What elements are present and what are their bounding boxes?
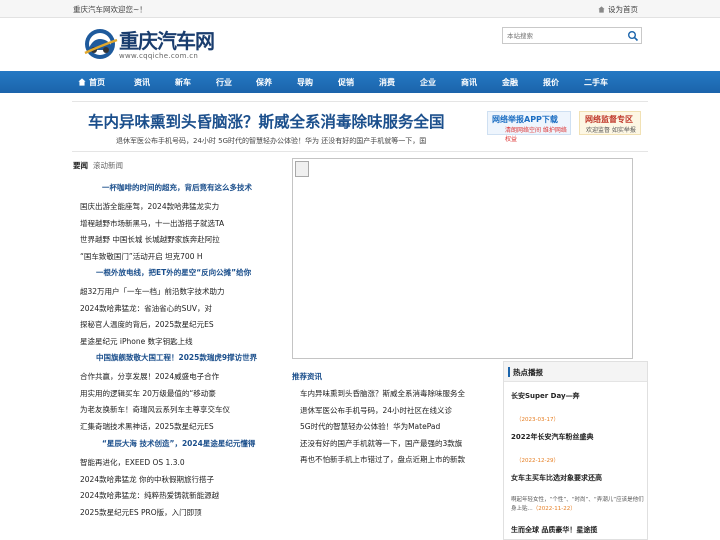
hot-news-header: 热点播报 <box>504 362 647 382</box>
hot-news-summary: 啊起年轻女性，“个性”、“时尚”、“弄潮儿”应该是他们身上贴...（2022-1… <box>511 496 647 514</box>
nav-item-label: 首页 <box>89 78 105 87</box>
home-icon <box>78 78 86 86</box>
nav-item[interactable]: 新车 <box>175 77 191 88</box>
nav-item-label: 金融 <box>502 78 518 87</box>
home-icon <box>598 6 605 13</box>
recommend-link[interactable]: 5G时代的智慧轻办公体验！华为MatePad <box>300 421 440 432</box>
headline-group-title[interactable]: “星辰大海 技术创造”，2024星途星纪元懂得 <box>102 438 255 449</box>
hot-news-link[interactable]: 女车主买车比选对象要求还高 <box>511 473 602 483</box>
nav-item-label: 新车 <box>175 78 191 87</box>
site-logo[interactable]: 重庆汽车网 www.cqqiche.com.cn <box>83 24 223 64</box>
nav-item-label: 二手车 <box>584 78 608 87</box>
news-link[interactable]: 2025款星纪元ES PRO版，入门即顶 <box>80 507 202 518</box>
nav-item-label: 行业 <box>216 78 232 87</box>
nav-item[interactable]: 消费 <box>379 77 395 88</box>
news-link[interactable]: 国庆出游全能座驾，2024款哈弗猛龙实力 <box>80 201 219 212</box>
nav-item-label: 商讯 <box>461 78 477 87</box>
nav-item[interactable]: 首页 <box>78 77 105 88</box>
recommend-link[interactable]: 还没有好的国产手机就等一下，国产最强的3款旗 <box>300 438 462 449</box>
nav-item[interactable]: 企业 <box>420 77 436 88</box>
report-app-sub: 清朗网络空间 维护网络权益 <box>505 127 567 143</box>
recommend-title: 推荐资讯 <box>292 372 322 381</box>
nav-item[interactable]: 资讯 <box>134 77 150 88</box>
hot-news-date: （2023-03-17） <box>516 417 559 423</box>
nav-item-label: 资讯 <box>134 78 150 87</box>
news-link[interactable]: “国车致敬国门”活动开启 坦克700 H <box>80 251 203 262</box>
broken-image-icon <box>295 161 309 177</box>
nav-item-label: 促销 <box>338 78 354 87</box>
news-link[interactable]: 合作共赢，分享发展！2024威盛电子合作 <box>80 371 219 382</box>
hot-news-link[interactable]: 长安Super Day—奔 <box>511 391 580 401</box>
news-link[interactable]: 智能再进化，EXEED OS 1.3.0 <box>80 457 185 468</box>
headline-group-title[interactable]: 一根外放电线，把ET外的星空“反向公摊”给你 <box>96 267 251 278</box>
set-homepage-label: 设为首页 <box>608 5 638 14</box>
divider <box>72 151 648 152</box>
hot-news-date: （2022-12-29） <box>516 458 559 464</box>
divider <box>72 101 648 102</box>
news-link[interactable]: 2024款哈弗猛龙：省油省心的SUV，对 <box>80 303 212 314</box>
hot-news-panel: 热点播报 长安Super Day—奔 （2023-03-17） 2022年长安汽车粉… <box>503 361 648 540</box>
recommend-link[interactable]: 退休军医公布手机号码，24小时社区在线义诊 <box>300 405 452 416</box>
headline[interactable]: 车内异味熏到头昏脑涨？斯威全系消毒除味服务全国 <box>88 110 445 132</box>
hot-news-link[interactable]: 2022年长安汽车粉丝盛典 <box>511 432 593 442</box>
car-logo-icon <box>84 29 118 59</box>
report-app-title: 网络举报APP下载 <box>492 115 558 124</box>
headline-group-title[interactable]: 中国旗舰致敬大国工程！2025款瑞虎9撑访世界 <box>96 352 257 363</box>
news-link[interactable]: 世界越野 中国长城 长城越野家族奔赴阿拉 <box>80 234 220 245</box>
tab-headlines[interactable]: 要闻 <box>73 161 88 170</box>
nav-item-label: 企业 <box>420 78 436 87</box>
report-app-banner[interactable]: 网络举报APP下载 清朗网络空间 维护网络权益 <box>487 111 571 143</box>
hot-news-date: （2022-11-22） <box>532 506 576 512</box>
nav-item[interactable]: 行业 <box>216 77 232 88</box>
nav-item[interactable]: 导购 <box>297 77 313 88</box>
headline-group-title[interactable]: 一杯咖啡的时间的超充，背后竟有这么多技术 <box>102 182 252 193</box>
top-bar: 重庆汽车网欢迎您~！ 设为首页 <box>0 0 720 18</box>
main-nav: 首页 资讯 新车 行业 保养 导购 促销 消费 企业 商讯 金融 报价 二手车 <box>0 71 720 93</box>
supervision-sub: 欢迎监督 如实举报 <box>586 127 636 134</box>
tab-rolling-news[interactable]: 滚动新闻 <box>93 161 123 170</box>
news-link[interactable]: 超32万用户「一车一档」前沿数字技术助力 <box>80 286 225 297</box>
nav-item[interactable]: 报价 <box>543 77 559 88</box>
news-link[interactable]: 增程越野市场新黑马，十一出游搭子就选TA <box>80 218 224 229</box>
supervision-title: 网络监督专区 <box>585 115 633 124</box>
headline-subline[interactable]: 退休军医公布手机号码，24小时 5G时代的智慧轻办公体验！华为 还没有好的国产手… <box>116 136 426 146</box>
news-link[interactable]: 汇集奇瑞技术黑神话，2025款星纪元ES <box>80 421 214 432</box>
recommend-link[interactable]: 再也不怕新手机上市错过了，盘点近期上市的新款 <box>300 454 465 465</box>
recommend-link[interactable]: 车内异味熏到头昏脑涨？斯威全系消毒除味服务全 <box>300 388 465 399</box>
news-link[interactable]: 探秘官人温度的背后，2025款星纪元ES <box>80 319 214 330</box>
hot-news-desc: 啊起年轻女性，“个性”、“时尚”、“弄潮儿”应该是他们身上贴... <box>511 497 644 512</box>
news-link[interactable]: 为老友换新车！奇瑞风云系列车主尊享交车仪 <box>80 404 230 415</box>
news-link[interactable]: 2024款哈弗猛龙：纯粹热爱铸就新能源越 <box>80 490 219 501</box>
featured-image[interactable] <box>292 158 633 359</box>
news-link[interactable]: 用实用的逻辑买车 20万级最值的“移动豪 <box>80 388 216 399</box>
search-icon[interactable] <box>627 30 639 42</box>
supervision-banner[interactable]: 网络监督专区 欢迎监督 如实举报 <box>579 111 641 135</box>
news-tabs: 要闻 滚动新闻 <box>73 160 123 171</box>
nav-item[interactable]: 二手车 <box>584 77 608 88</box>
news-link[interactable]: 2024款哈弗猛龙 你的中秋假期旅行搭子 <box>80 474 214 485</box>
nav-item[interactable]: 促销 <box>338 77 354 88</box>
hot-news-title: 热点播报 <box>513 368 543 377</box>
nav-item-label: 消费 <box>379 78 395 87</box>
search-box <box>502 27 642 44</box>
nav-item[interactable]: 商讯 <box>461 77 477 88</box>
nav-item-label: 导购 <box>297 78 313 87</box>
welcome-text: 重庆汽车网欢迎您~！ <box>73 5 147 14</box>
search-input[interactable] <box>507 30 622 41</box>
nav-item[interactable]: 金融 <box>502 77 518 88</box>
site-name: 重庆汽车网 <box>119 29 215 53</box>
nav-item[interactable]: 保养 <box>256 77 272 88</box>
header-accent <box>508 367 510 377</box>
nav-item-label: 保养 <box>256 78 272 87</box>
hot-news-link[interactable]: 生而全球 品质豪华！星途揽 <box>511 525 597 535</box>
site-domain: www.cqqiche.com.cn <box>119 52 199 60</box>
news-link[interactable]: 星途星纪元 iPhone 数字钥匙上线 <box>80 336 193 347</box>
nav-item-label: 报价 <box>543 78 559 87</box>
set-homepage-link[interactable]: 设为首页 <box>598 4 638 15</box>
